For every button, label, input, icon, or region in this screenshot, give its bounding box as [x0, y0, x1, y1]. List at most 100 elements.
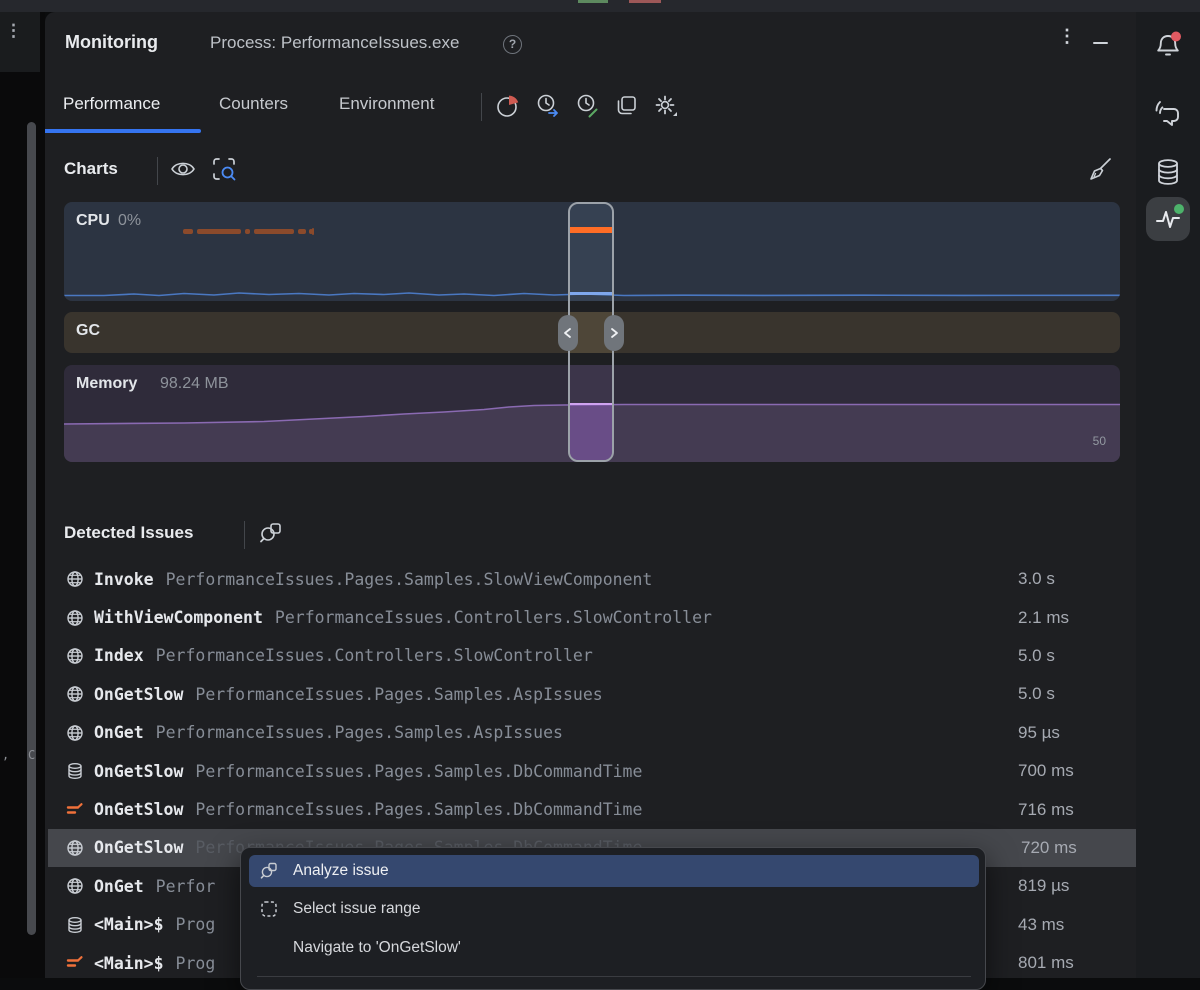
tab-environment[interactable]: Environment — [339, 94, 434, 114]
zoom-selection-icon[interactable] — [210, 155, 238, 183]
right-toolbar — [1136, 12, 1200, 978]
issue-duration: 819 µs — [1018, 876, 1069, 896]
menu-item-navigate-to-ongetslow[interactable]: Navigate to 'OnGetSlow' — [249, 932, 979, 964]
globe-icon — [66, 685, 84, 703]
database-icon[interactable] — [1150, 154, 1186, 190]
section-divider — [244, 521, 245, 549]
issue-method: <Main>$ — [94, 954, 164, 973]
issue-namespace: PerformanceIssues.Pages.Samples.AspIssue… — [156, 723, 563, 742]
issue-namespace: PerformanceIssues.Pages.Samples.SlowView… — [166, 570, 653, 589]
issue-row[interactable]: OnGet PerformanceIssues.Pages.Samples.Asp… — [45, 714, 1136, 752]
panel-title: Monitoring — [65, 32, 158, 53]
editor-text-fragment: C — [28, 748, 35, 762]
issue-duration: 5.0 s — [1018, 684, 1055, 704]
issue-duration: 2.1 ms — [1018, 608, 1069, 628]
issue-namespace: Prog — [176, 954, 216, 973]
clear-broom-icon[interactable] — [1086, 155, 1114, 183]
timeline-forward-icon[interactable] — [534, 92, 562, 120]
issue-method: OnGetSlow — [94, 838, 183, 857]
globe-icon — [66, 609, 84, 627]
issue-row[interactable]: Index PerformanceIssues.Controllers.SlowC… — [45, 637, 1136, 675]
issue-row[interactable]: OnGetSlow PerformanceIssues.Pages.Samples… — [45, 790, 1136, 828]
issue-method: <Main>$ — [94, 915, 164, 934]
selection-cpu-line — [570, 292, 612, 295]
help-icon[interactable]: ? — [503, 35, 522, 54]
monitoring-panel: Monitoring Process: PerformanceIssues.ex… — [45, 12, 1136, 978]
layers-icon[interactable] — [613, 92, 641, 120]
context-menu: Analyze issue Select issue range Navigate … — [240, 847, 986, 990]
globe-icon — [66, 839, 84, 857]
issue-method: OnGetSlow — [94, 685, 183, 704]
issue-row[interactable]: InvokePerformanceIssues.Pages.Samples.Sl… — [45, 560, 1136, 598]
database-icon — [66, 762, 84, 780]
sql-time-icon — [66, 954, 84, 972]
issue-namespace: PerformanceIssues.Controllers.SlowContro… — [156, 646, 593, 665]
issue-duration: 716 ms — [1018, 800, 1074, 820]
issue-row[interactable]: WithViewComponent PerformanceIssues.Contr… — [45, 598, 1136, 636]
database-icon — [66, 916, 84, 934]
pulse-monitor-icon — [1146, 197, 1190, 241]
menu-separator — [257, 976, 971, 977]
panel-options-icon[interactable]: ⋮ — [1058, 31, 1076, 41]
tab-counters[interactable]: Counters — [219, 94, 288, 114]
issue-method: OnGetSlow — [94, 800, 183, 819]
selection-cpu-marker — [570, 227, 612, 233]
section-divider — [157, 157, 158, 185]
analyze-icon — [259, 861, 279, 881]
minimize-icon[interactable] — [1093, 42, 1108, 44]
issue-namespace: Perfor — [156, 877, 216, 896]
issue-duration: 720 ms — [1021, 838, 1077, 858]
gc-label: GC — [76, 322, 100, 340]
globe-icon — [66, 724, 84, 742]
selection-right-handle[interactable] — [604, 315, 624, 351]
timeline-edit-icon[interactable] — [574, 92, 602, 120]
left-edge-strip — [0, 12, 45, 978]
no-icon — [259, 938, 279, 958]
editor-text-fragment: , — [2, 748, 9, 762]
menu-item-label: Navigate to 'OnGetSlow' — [293, 939, 461, 957]
sql-time-icon — [66, 801, 84, 819]
select-range-icon — [259, 899, 279, 919]
pulse-monitor-tab-active[interactable] — [1146, 197, 1190, 241]
issue-row[interactable]: OnGetSlow PerformanceIssues.Pages.Samples… — [45, 752, 1136, 790]
selection-left-handle[interactable] — [558, 315, 578, 351]
selection-memory-segment — [570, 365, 612, 403]
issue-duration: 95 µs — [1018, 723, 1060, 743]
eye-icon[interactable] — [169, 155, 197, 183]
selection-memory-fill — [570, 405, 612, 460]
top-accent-green — [578, 0, 608, 3]
process-subtitle: Process: PerformanceIssues.exe — [210, 33, 459, 53]
analyze-icon[interactable] — [257, 519, 285, 547]
issue-method: OnGetSlow — [94, 762, 183, 781]
issue-method: OnGet — [94, 723, 144, 742]
pie-snapshot-icon[interactable] — [494, 92, 522, 120]
settings-gear-icon[interactable] — [652, 92, 680, 120]
issue-namespace: PerformanceIssues.Pages.Samples.DbComman… — [195, 800, 642, 819]
bell-icon[interactable] — [1150, 28, 1186, 64]
issue-duration: 3.0 s — [1018, 569, 1055, 589]
memory-label: Memory — [76, 375, 137, 393]
issue-method: WithViewComponent — [94, 608, 263, 627]
menu-item-select-issue-range[interactable]: Select issue range — [249, 893, 979, 925]
top-strip — [0, 0, 1200, 12]
memory-value: 98.24 MB — [160, 375, 228, 393]
editor-scrollbar[interactable] — [27, 122, 36, 935]
issue-method: Index — [94, 646, 144, 665]
issue-namespace: Prog — [176, 915, 216, 934]
memory-axis-label: 50 — [1093, 434, 1106, 448]
menu-item-label: Analyze issue — [293, 862, 389, 880]
menu-item-label: Select issue range — [293, 900, 421, 918]
globe-icon — [66, 570, 84, 588]
globe-icon — [66, 647, 84, 665]
menu-item-analyze-issue[interactable]: Analyze issue — [249, 855, 979, 887]
profiler-icon[interactable] — [1150, 96, 1186, 132]
charts-section-title: Charts — [64, 159, 118, 179]
issue-namespace: PerformanceIssues.Controllers.SlowContro… — [275, 608, 712, 627]
detected-issues-title: Detected Issues — [64, 523, 193, 543]
issue-method: OnGet — [94, 877, 144, 896]
issue-row[interactable]: OnGetSlowPerformanceIssues.Pages.Samples… — [45, 675, 1136, 713]
tab-performance[interactable]: Performance — [63, 94, 160, 114]
issue-duration: 700 ms — [1018, 761, 1074, 781]
issue-namespace: PerformanceIssues.Pages.Samples.DbComman… — [195, 762, 642, 781]
kebab-menu-icon[interactable]: ⋮ — [5, 26, 22, 36]
